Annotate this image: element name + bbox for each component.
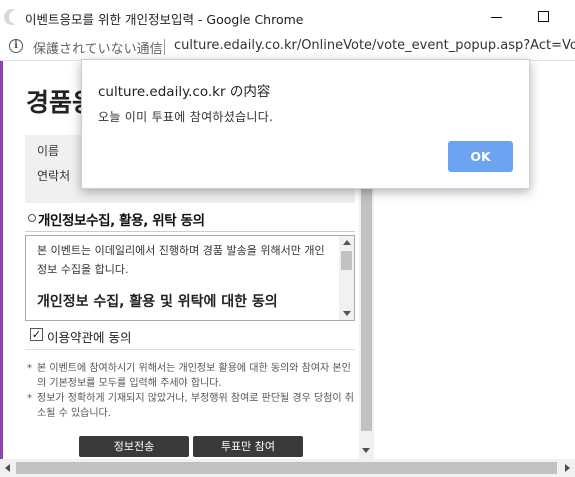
url-text[interactable]: culture.edaily.co.kr/OnlineVote/vote_eve… [174,38,575,53]
chrome-icon [4,9,20,25]
divider [25,349,355,350]
phone-label: 연락처 [37,169,71,183]
terms-scrollbar[interactable] [339,236,354,320]
dialog-title: culture.edaily.co.kr の内容 [98,84,271,100]
agree-label[interactable]: 이용약관에 동의 [47,327,131,346]
scroll-left-icon[interactable] [5,464,10,472]
divider [25,231,355,232]
security-status[interactable]: 保護されていない通信 [33,38,163,57]
minimize-button[interactable] [486,6,508,28]
bullet-icon [28,214,36,222]
terms-scroll-thumb[interactable] [341,251,352,270]
checkbox-checked-icon[interactable]: ✓ [30,328,43,341]
alert-dialog: culture.edaily.co.kr の内容 오늘 이미 투표에 참여하셨습… [81,59,530,189]
title-bar: 이벤트응모를 위한 개인정보입력 - Google Chrome [0,0,575,34]
scroll-right-icon[interactable] [565,464,570,472]
note-item: * 정보가 정확하게 기재되지 않았거나, 부정행위 참여로 판단될 경우 당첨이… [27,393,354,419]
name-label: 이름 [37,144,60,158]
info-icon[interactable]: i [9,39,23,53]
ok-button[interactable]: OK [448,141,513,172]
scroll-down-icon[interactable] [343,311,351,316]
vote-only-button[interactable]: 투표만 참여 [193,436,303,457]
scroll-down-icon[interactable] [362,448,370,453]
scroll-up-icon[interactable] [343,240,351,245]
maximize-button[interactable] [533,6,555,28]
horizontal-scroll-thumb[interactable] [16,462,557,474]
dialog-message: 오늘 이미 투표에 참여하셨습니다. [98,110,274,124]
terms-intro: 본 이벤트는 이데일리에서 진행하며 경품 발송을 위해서만 개인정보 수집을 … [37,244,325,276]
address-separator [164,39,165,55]
submit-info-button[interactable]: 정보전송 [79,436,189,457]
address-bar[interactable]: i 保護されていない通信 culture.edaily.co.kr/Online… [0,34,575,61]
terms-textarea[interactable]: 본 이벤트는 이데일리에서 진행하며 경품 발송을 위해서만 개인정보 수집을 … [25,235,355,321]
horizontal-scrollbar[interactable] [0,459,575,477]
note-item: * 본 이벤트에 참여하시기 위해서는 개인정보 활용에 대한 동의와 참여자 본… [27,363,351,389]
terms-subtitle: 개인정보 수집, 활용 및 위탁에 대한 동의 [37,294,278,310]
window-title: 이벤트응모를 위한 개인정보입력 - Google Chrome [25,12,304,27]
notes: * 본 이벤트에 참여하시기 위해서는 개인정보 활용에 대한 동의와 참여자 본… [27,361,357,421]
section-title: 개인정보수집, 활용, 위탁 동의 [38,213,205,229]
